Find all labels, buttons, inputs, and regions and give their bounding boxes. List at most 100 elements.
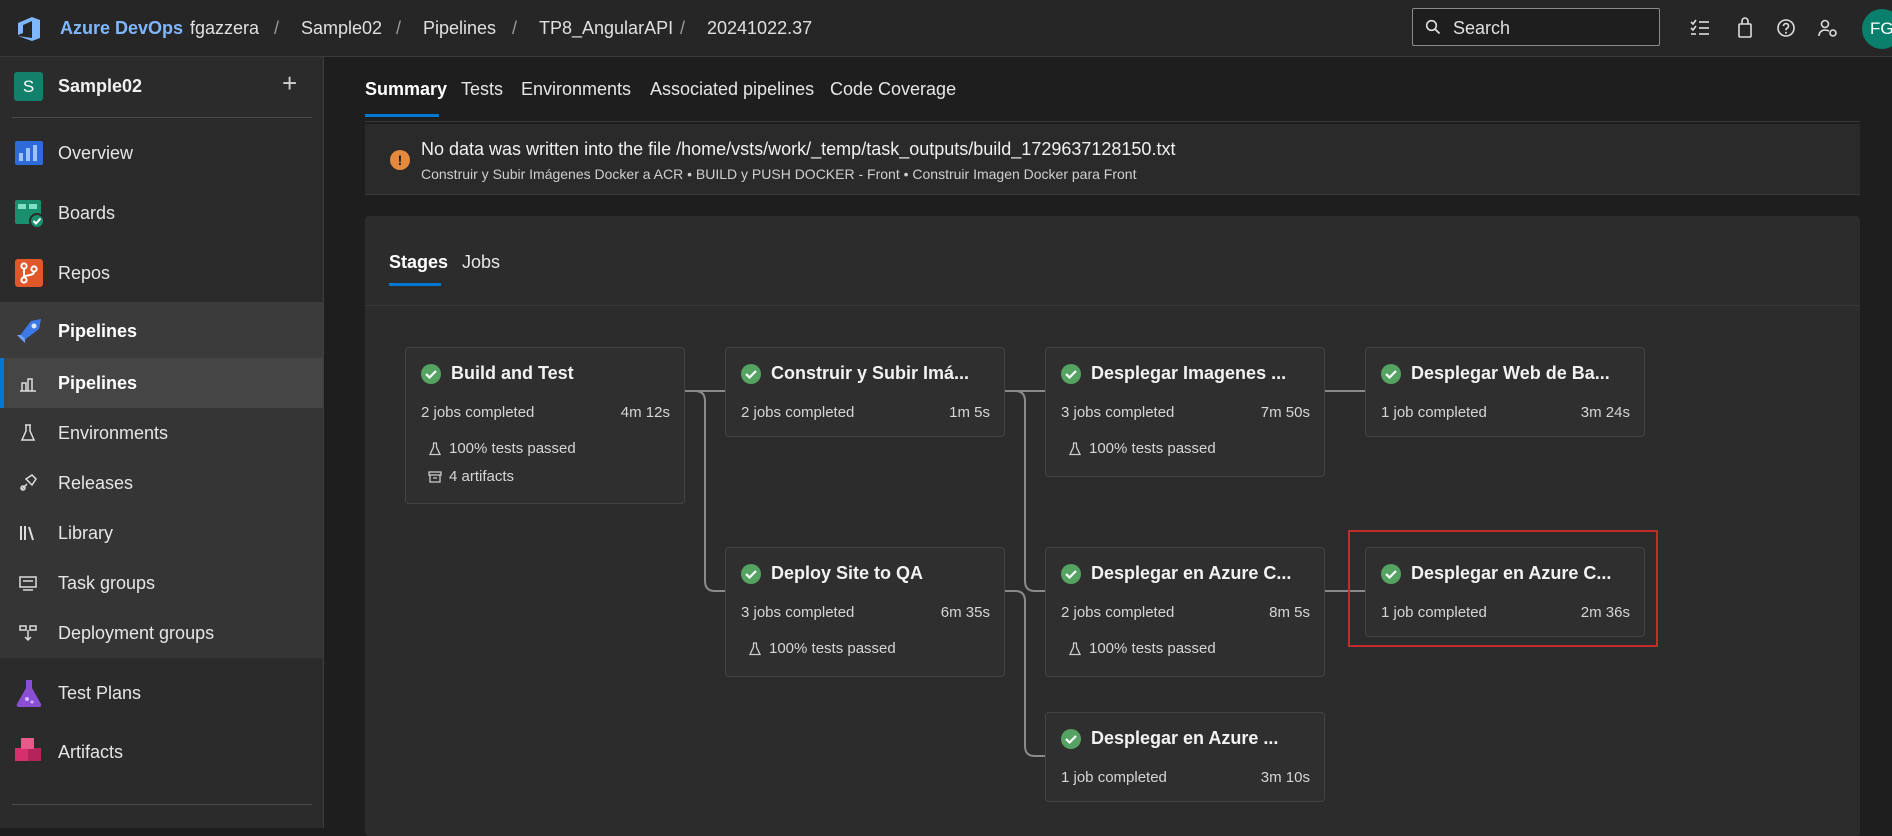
sidebar-item-environments[interactable]: Environments (0, 408, 323, 458)
project-name[interactable]: Sample02 (58, 76, 142, 97)
pipelines-rocket-icon (20, 378, 36, 392)
sidebar-item-task-groups[interactable]: Task groups (0, 558, 323, 608)
warning-banner[interactable]: ! No data was written into the file /hom… (365, 124, 1860, 195)
stage-artifacts-label: 4 artifacts (449, 468, 515, 485)
sidebar-item-label: Test Plans (58, 683, 142, 703)
task-list-icon[interactable] (1688, 16, 1712, 40)
sidebar-item-repos[interactable]: Repos (0, 244, 323, 302)
sidebar-item-label: Pipelines (58, 321, 138, 341)
flask-icon (748, 642, 762, 656)
environments-icon (20, 424, 36, 441)
divider (365, 121, 1860, 122)
sidebar-item-overview[interactable]: Overview (0, 124, 323, 182)
stage-jobs: 3 jobs completed (1061, 404, 1175, 421)
top-bar: Azure DevOps fgazzera / Sample02 / Pipel… (0, 0, 1892, 57)
stage-name: Build and Test (451, 363, 574, 383)
success-check-icon (741, 564, 761, 584)
search-placeholder: Search (1453, 18, 1511, 38)
tab-summary[interactable]: Summary (365, 79, 447, 100)
sidebar-item-library[interactable]: Library (0, 508, 323, 558)
sidebar-item-label: Task groups (58, 573, 156, 593)
stage-duration: 7m 50s (1260, 404, 1310, 421)
deployment-groups-icon (19, 625, 37, 642)
breadcrumb-pipelines[interactable]: Pipelines (423, 18, 496, 39)
breadcrumb-pipeline[interactable]: TP8_AngularAPI (539, 18, 673, 39)
sidebar-item-test-plans[interactable]: Test Plans (0, 664, 323, 722)
sidebar-item-label: Boards (58, 203, 116, 223)
sidebar-item-label: Releases (58, 473, 134, 493)
stage-card[interactable]: Desplegar en Azure C... 2 jobs completed… (1045, 547, 1325, 677)
stage-name: Construir y Subir Imá... (771, 363, 970, 383)
stage-card[interactable]: Desplegar en Azure ... 1 job completed 3… (1045, 712, 1325, 802)
warning-icon: ! (390, 150, 410, 170)
repos-icon (15, 259, 43, 287)
stage-card[interactable]: Construir y Subir Imá... 2 jobs complete… (725, 347, 1005, 437)
sidebar-item-label: Pipelines (58, 373, 138, 393)
brand-link[interactable]: Azure DevOps (60, 18, 183, 39)
boards-icon (15, 200, 45, 229)
stage-duration: 1m 5s (949, 404, 990, 421)
breadcrumb-org[interactable]: fgazzera (190, 18, 259, 39)
stage-name: Desplegar Web de Ba... (1411, 363, 1610, 383)
stage-name: Desplegar Imagenes ... (1091, 363, 1287, 383)
stage-name: Desplegar en Azure C... (1091, 563, 1292, 583)
stage-card[interactable]: Desplegar en Azure C... 1 job completed … (1365, 547, 1645, 637)
pipelines-submenu: Pipelines Environments Releases Library (0, 358, 323, 658)
success-check-icon (1381, 364, 1401, 384)
stage-card[interactable]: Desplegar Imagenes ... 3 jobs completed … (1045, 347, 1325, 477)
test-plans-icon (16, 680, 42, 708)
artifact-box-icon (428, 471, 442, 483)
stage-name: Desplegar en Azure ... (1091, 728, 1279, 748)
stage-card[interactable]: Build and Test 2 jobs completed 4m 12s 1… (405, 347, 685, 504)
artifacts-icon (15, 738, 41, 761)
stage-jobs: 1 job completed (1381, 404, 1487, 421)
stage-jobs: 2 jobs completed (1061, 604, 1175, 621)
stage-jobs: 2 jobs completed (421, 404, 535, 421)
flask-icon (428, 442, 442, 456)
success-check-icon (1061, 729, 1081, 749)
stage-duration: 3m 24s (1580, 404, 1630, 421)
stage-duration: 4m 12s (620, 404, 670, 421)
sidebar-item-label: Overview (58, 143, 134, 163)
search-icon (1425, 19, 1441, 35)
warning-title: No data was written into the file /home/… (421, 139, 1176, 159)
tab-tests[interactable]: Tests (461, 79, 503, 100)
releases-icon (20, 474, 37, 491)
tab-associated-pipelines[interactable]: Associated pipelines (650, 79, 814, 100)
flask-icon (1068, 442, 1082, 456)
success-check-icon (1061, 564, 1081, 584)
sidebar-item-pipelines-sub[interactable]: Pipelines (0, 358, 323, 408)
stage-card[interactable]: Deploy Site to QA 3 jobs completed 6m 35… (725, 547, 1005, 677)
stage-card[interactable]: Desplegar Web de Ba... 1 job completed 3… (1365, 347, 1645, 437)
breadcrumb-run[interactable]: 20241022.37 (707, 18, 812, 39)
divider (12, 117, 312, 118)
help-icon[interactable] (1774, 16, 1798, 40)
tab-code-coverage[interactable]: Code Coverage (830, 79, 956, 100)
stage-duration: 3m 10s (1260, 769, 1310, 786)
success-check-icon (1381, 564, 1401, 584)
user-settings-icon[interactable] (1816, 16, 1840, 40)
breadcrumb-separator: / (396, 18, 402, 38)
stage-tests-label: 100% tests passed (449, 440, 576, 457)
sidebar-item-label: Artifacts (58, 742, 124, 762)
search-box[interactable]: Search (1412, 8, 1660, 46)
sidebar-item-boards[interactable]: Boards (0, 184, 323, 242)
sidebar-item-artifacts[interactable]: Artifacts (0, 723, 323, 781)
sidebar-item-releases[interactable]: Releases (0, 458, 323, 508)
tab-environments[interactable]: Environments (521, 79, 631, 100)
stage-tests-label: 100% tests passed (769, 640, 896, 657)
success-check-icon (421, 364, 441, 384)
sidebar-item-pipelines[interactable]: Pipelines (0, 302, 323, 358)
success-check-icon (1061, 364, 1081, 384)
library-icon (20, 526, 34, 541)
marketplace-bag-icon[interactable] (1733, 16, 1757, 40)
overview-icon (15, 141, 43, 165)
breadcrumb-separator: / (512, 18, 518, 38)
sidebar-item-deployment-groups[interactable]: Deployment groups (0, 608, 323, 658)
user-avatar[interactable]: FG (1862, 9, 1892, 49)
azure-devops-logo-icon[interactable] (14, 14, 44, 44)
warning-detail: Construir y Subir Imágenes Docker a ACR … (421, 166, 1137, 182)
breadcrumb-project[interactable]: Sample02 (301, 18, 382, 39)
sidebar-item-label: Deployment groups (58, 623, 215, 643)
add-icon[interactable]: + (282, 68, 297, 99)
